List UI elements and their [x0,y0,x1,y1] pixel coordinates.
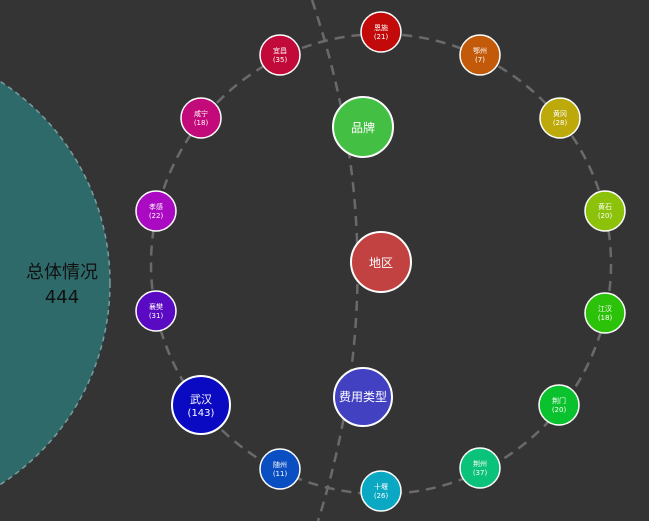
dimension-node-expense[interactable]: 费用类型 [333,367,393,427]
dimension-node-region[interactable]: 地区 [350,231,412,293]
region-node[interactable]: 荆门(20) [538,384,580,426]
region-bubble-canvas: 总体情况 444 品牌 地区 费用类型 恩施(21) 鄂州(7) 黄冈(28) 黄石(… [0,0,626,521]
region-node[interactable]: 十堰(26) [360,470,402,512]
region-node[interactable]: 荆州(37) [459,447,501,489]
region-node[interactable]: 孝感(22) [135,190,177,232]
region-node[interactable]: 鄂州(7) [459,34,501,76]
region-node[interactable]: 黄冈(28) [539,97,581,139]
region-node[interactable]: 黄石(20) [584,190,626,232]
region-node[interactable]: 武汉(143) [171,375,231,435]
dimension-node-brand[interactable]: 品牌 [332,96,394,158]
region-node[interactable]: 恩施(21) [360,11,402,53]
region-node[interactable]: 襄樊(31) [135,290,177,332]
region-node[interactable]: 咸宁(18) [180,97,222,139]
summary-node[interactable]: 总体情况 444 [0,43,111,521]
region-node[interactable]: 宜昌(35) [259,34,301,76]
region-node[interactable]: 江汉(18) [584,292,626,334]
region-node[interactable]: 随州(11) [259,448,301,490]
